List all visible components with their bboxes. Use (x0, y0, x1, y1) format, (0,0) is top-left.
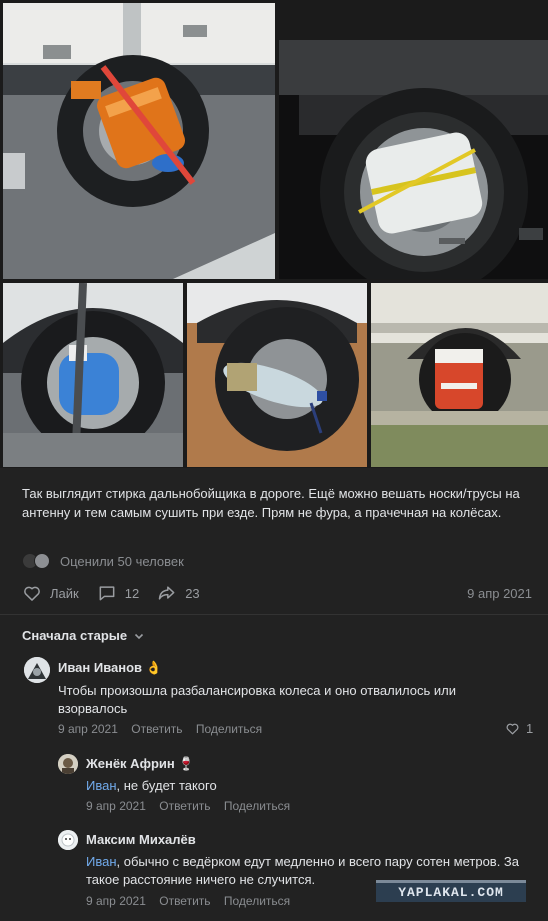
post-photo-grid (0, 0, 548, 468)
reply-button[interactable]: Ответить (131, 722, 182, 736)
reply-button[interactable]: Ответить (159, 894, 210, 908)
comment-text-body: , не будет такого (116, 778, 217, 793)
like-label: Лайк (50, 585, 79, 601)
likes-summary[interactable]: Оценили 50 человек (22, 552, 184, 570)
comment-author[interactable]: Максим Михалёв (86, 832, 196, 847)
comment-author[interactable]: Женёк Африн 🍷 (86, 756, 195, 772)
share-comment-button[interactable]: Поделиться (224, 799, 290, 813)
heart-icon (506, 723, 519, 735)
comment-meta: 9 апр 2021 Ответить Поделиться (58, 722, 272, 736)
photo-truck-wheel-white-canister[interactable] (279, 40, 548, 279)
comment-date[interactable]: 9 апр 2021 (58, 722, 118, 736)
likes-summary-text: Оценили 50 человек (60, 553, 184, 569)
sort-label: Сначала старые (22, 628, 128, 643)
mention-link[interactable]: Иван (86, 854, 117, 869)
photo-van-wheel-blue-bottle[interactable] (3, 283, 183, 467)
post-date[interactable]: 9 апр 2021 (467, 586, 532, 601)
comment-like-button[interactable]: 1 (505, 721, 533, 736)
chevron-down-icon (135, 633, 144, 639)
shares-count: 23 (185, 585, 200, 601)
photo-truck-wheel-orange-bucket[interactable] (3, 3, 275, 279)
comment-date[interactable]: 9 апр 2021 (86, 894, 146, 908)
comment-author[interactable]: Иван Иванов 👌 (58, 660, 162, 676)
comment-meta: 9 апр 2021 Ответить Поделиться (86, 894, 300, 908)
comment-date[interactable]: 9 апр 2021 (86, 799, 146, 813)
comment-text: Чтобы произошла разбалансировка колеса и… (58, 683, 456, 716)
share-icon (158, 586, 175, 600)
liker-avatars (22, 553, 54, 569)
share-button[interactable]: 23 (157, 583, 200, 603)
avatar[interactable] (58, 830, 78, 850)
mention-link[interactable]: Иван (86, 778, 117, 793)
divider (0, 614, 548, 615)
comments-count: 12 (124, 585, 140, 601)
site-watermark: YAPLAKAL.COM (376, 880, 526, 902)
comment-text: Иван, не будет такого (86, 777, 526, 795)
comments-sort-dropdown[interactable]: Сначала старые (22, 628, 145, 643)
avatar[interactable] (24, 657, 50, 683)
photo-pickup-wheel-red-cooler[interactable] (371, 283, 548, 467)
post-actions-bar: Лайк 12 23 9 апр 2021 (22, 582, 532, 604)
photo-car-wheel-plastic-bottle[interactable] (187, 283, 367, 467)
like-button[interactable]: Лайк (22, 583, 79, 603)
share-comment-button[interactable]: Поделиться (196, 722, 262, 736)
heart-icon (24, 586, 40, 601)
comment-like-count: 1 (526, 721, 534, 736)
post-text: Так выглядит стирка дальнобойщика в доро… (22, 486, 520, 520)
comments-button[interactable]: 12 (97, 583, 139, 603)
comment-meta: 9 апр 2021 Ответить Поделиться (86, 799, 300, 813)
share-comment-button[interactable]: Поделиться (224, 894, 290, 908)
reply-button[interactable]: Ответить (159, 799, 210, 813)
liker-avatar (34, 553, 50, 569)
avatar[interactable] (58, 754, 78, 774)
comment-icon (99, 586, 115, 601)
